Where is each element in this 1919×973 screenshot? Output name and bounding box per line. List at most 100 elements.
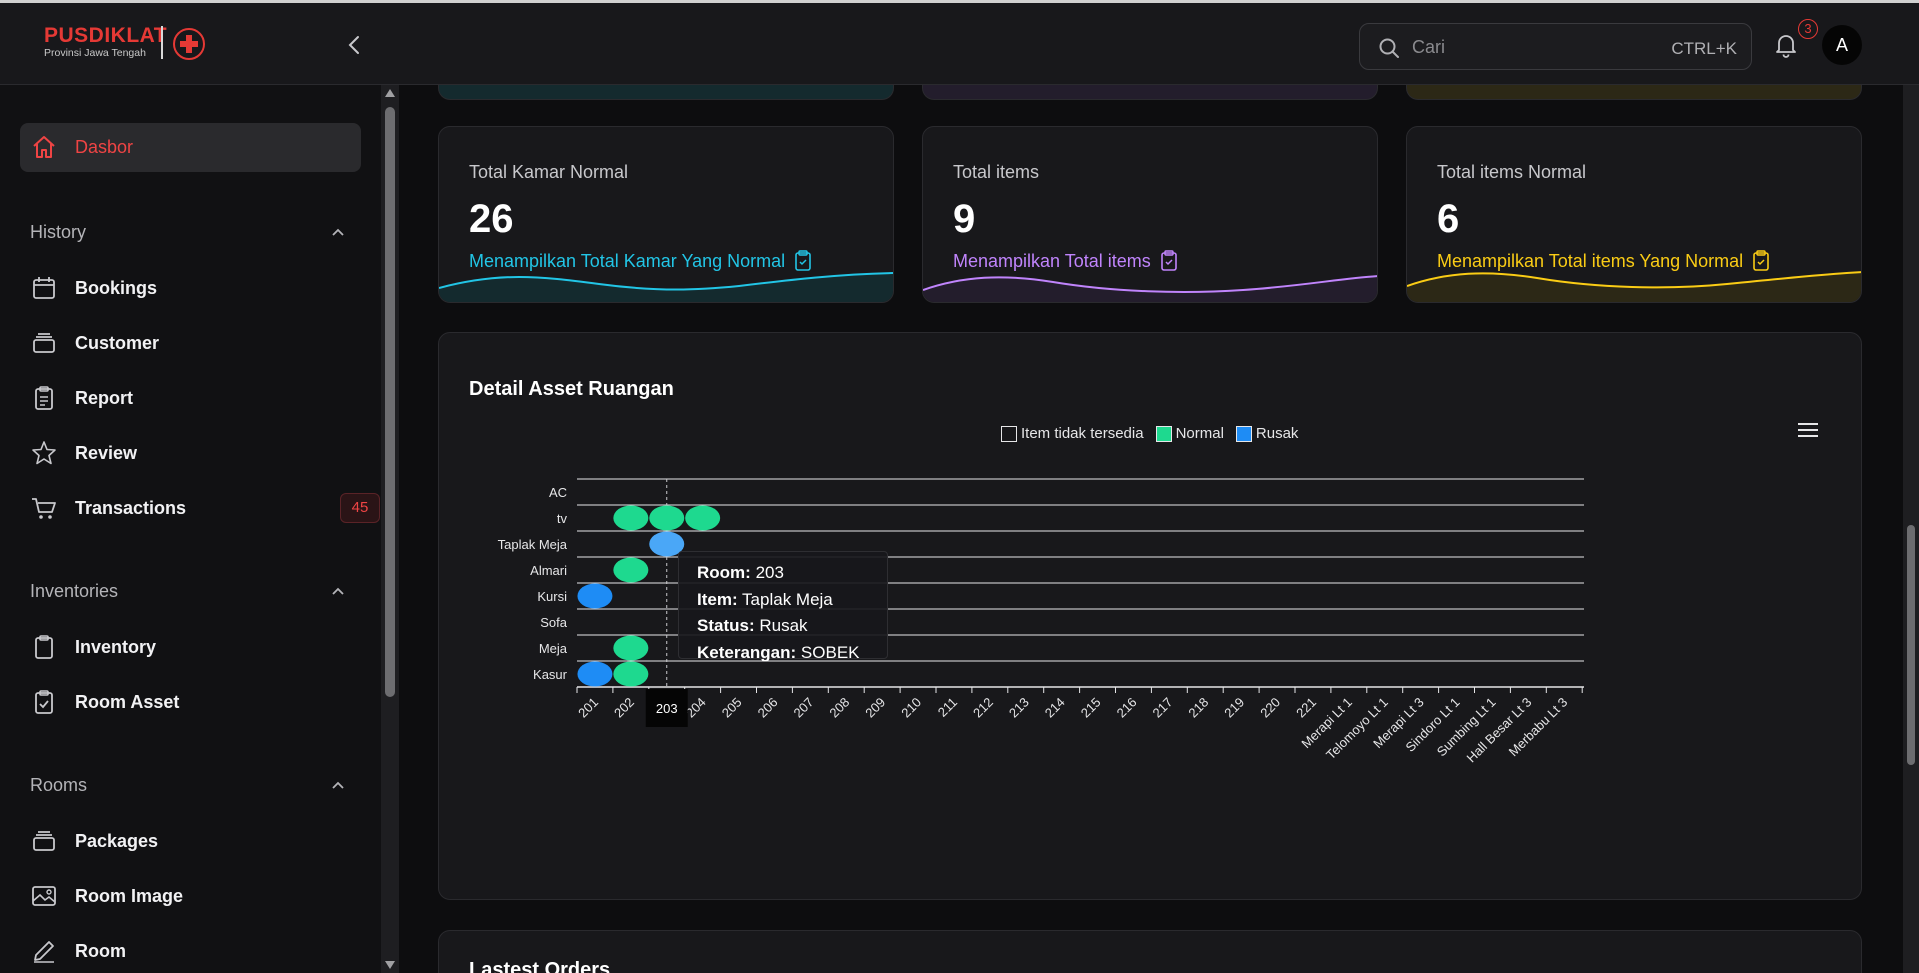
x-axis-label: 207 bbox=[791, 695, 817, 721]
sidebar-item-label: Room Asset bbox=[75, 691, 180, 712]
x-axis-label: 213 bbox=[1006, 695, 1032, 721]
x-axis-label: 211 bbox=[935, 695, 960, 720]
latest-orders-card: Lastest Orders bbox=[438, 930, 1862, 973]
sidebar-item-label: Transactions bbox=[75, 497, 187, 518]
sidebar-item-transactions[interactable]: Transactions 45 bbox=[28, 492, 380, 524]
stat-card-items-normal: Total items Normal 6 Menampilkan Total i… bbox=[1406, 126, 1862, 303]
sidebar-item-packages[interactable]: Packages bbox=[28, 825, 158, 857]
main-content: Total Kamar Normal 26 Menampilkan Total … bbox=[399, 85, 1903, 973]
data-point-normal bbox=[613, 635, 649, 661]
chart-tooltip: Room: 203 Item: Taplak Meja Status: Rusa… bbox=[678, 551, 888, 662]
main-scroll-thumb[interactable] bbox=[1907, 525, 1915, 765]
sidebar-item-label: Dasbor bbox=[75, 136, 134, 157]
star-icon bbox=[28, 437, 60, 469]
stat-card-clipped bbox=[922, 85, 1378, 100]
collapse-sidebar-icon[interactable] bbox=[343, 33, 367, 57]
sidebar-item-report[interactable]: Report bbox=[28, 382, 133, 414]
y-axis-label: Taplak Meja bbox=[498, 537, 568, 552]
y-axis-label: AC bbox=[549, 485, 567, 500]
y-axis-label: Kasur bbox=[533, 667, 568, 682]
sidebar-item-customer[interactable]: Customer bbox=[28, 327, 159, 359]
logo-divider bbox=[161, 26, 163, 59]
stat-value: 9 bbox=[953, 197, 976, 241]
sparkline bbox=[923, 275, 1377, 302]
tooltip-item-row: Item: Taplak Meja bbox=[697, 587, 869, 614]
scroll-down-icon[interactable] bbox=[385, 961, 395, 969]
clipboard-icon bbox=[28, 382, 60, 414]
tooltip-item-label: Item: bbox=[697, 589, 738, 609]
notification-badge: 3 bbox=[1798, 19, 1818, 39]
avatar[interactable]: A bbox=[1822, 25, 1862, 65]
main-scrollbar[interactable] bbox=[1903, 85, 1919, 973]
chevron-up-icon[interactable] bbox=[330, 778, 346, 794]
x-axis-label: 212 bbox=[970, 695, 996, 721]
stat-card-clipped bbox=[1406, 85, 1862, 100]
app-logo[interactable]: PUSDIKLAT Provinsi Jawa Tengah bbox=[44, 24, 168, 60]
tooltip-room-label: Room: bbox=[697, 563, 751, 582]
x-axis-label: 208 bbox=[826, 695, 852, 721]
sidebar-scrollbar[interactable] bbox=[381, 85, 399, 973]
stat-card-kamar-normal: Total Kamar Normal 26 Menampilkan Total … bbox=[438, 126, 894, 303]
x-axis-label: 219 bbox=[1221, 695, 1247, 721]
stat-card-clipped bbox=[438, 85, 894, 100]
sidebar-item-label: Customer bbox=[75, 332, 160, 353]
x-axis-label: 221 bbox=[1293, 695, 1319, 721]
x-axis-label: 220 bbox=[1257, 695, 1283, 721]
data-point-rusak bbox=[577, 661, 613, 687]
calendar-icon bbox=[28, 272, 60, 304]
stat-title: Total items bbox=[953, 162, 1040, 182]
stat-title: Total Kamar Normal bbox=[469, 162, 629, 182]
sidebar-item-room[interactable]: Room bbox=[28, 935, 126, 967]
sparkline bbox=[1407, 271, 1861, 302]
y-axis-label: Meja bbox=[539, 641, 568, 656]
logo-title: PUSDIKLAT bbox=[44, 24, 168, 47]
crosshair-label: 203 bbox=[656, 701, 678, 716]
sidebar-item-review[interactable]: Review bbox=[28, 437, 137, 469]
x-axis-label: 205 bbox=[719, 695, 745, 721]
x-axis-label: 216 bbox=[1114, 695, 1140, 721]
sidebar-scroll-thumb[interactable] bbox=[385, 107, 395, 697]
orders-title: Lastest Orders bbox=[469, 959, 611, 973]
y-axis-label: tv bbox=[557, 511, 568, 526]
scroll-up-icon[interactable] bbox=[385, 89, 395, 97]
data-point-normal bbox=[613, 505, 649, 531]
sidebar-item-label: Packages bbox=[75, 830, 159, 851]
sidebar-item-bookings[interactable]: Bookings bbox=[28, 272, 157, 304]
tooltip-status-label: Status: bbox=[697, 616, 755, 635]
x-axis-label: 215 bbox=[1078, 695, 1104, 721]
x-axis-label: 217 bbox=[1150, 695, 1176, 721]
chevron-up-icon[interactable] bbox=[330, 225, 346, 241]
x-axis-label: 206 bbox=[755, 695, 781, 721]
home-icon bbox=[28, 131, 60, 163]
tooltip-status-row: Status: Rusak bbox=[697, 613, 869, 640]
sidebar-item-room-asset[interactable]: Room Asset bbox=[28, 686, 179, 718]
sidebar-item-room-image[interactable]: Room Image bbox=[28, 880, 183, 912]
sidebar-item-label: Review bbox=[75, 442, 138, 463]
data-point-rusak bbox=[577, 583, 613, 609]
sidebar-item-label: Room Image bbox=[75, 885, 184, 906]
chart-card-detail-asset: Detail Asset Ruangan Item tidak tersedia… bbox=[438, 332, 1862, 900]
section-rooms[interactable]: Rooms bbox=[30, 775, 87, 796]
logo-subtitle: Provinsi Jawa Tengah bbox=[44, 47, 146, 59]
tooltip-ket-label: Keterangan: bbox=[697, 642, 797, 662]
image-icon bbox=[28, 880, 60, 912]
cart-icon bbox=[28, 492, 60, 524]
x-axis-label: 201 bbox=[575, 695, 601, 721]
tooltip-room: 203 bbox=[755, 563, 784, 582]
section-inventories[interactable]: Inventories bbox=[30, 581, 118, 602]
clipboard-check-icon bbox=[28, 686, 60, 718]
sidebar-item-label: Report bbox=[75, 387, 133, 408]
y-axis-label: Kursi bbox=[537, 589, 567, 604]
bell-icon[interactable] bbox=[1772, 31, 1800, 59]
stack-icon bbox=[28, 327, 60, 359]
stat-title: Total items Normal bbox=[1437, 162, 1587, 182]
section-history[interactable]: History bbox=[30, 222, 86, 243]
sidebar-item-dashboard[interactable]: Dasbor bbox=[28, 131, 133, 163]
sidebar: Dasbor History Bookings Customer Report … bbox=[0, 85, 381, 973]
top-bar: PUSDIKLAT Provinsi Jawa Tengah Cari CTRL… bbox=[0, 0, 1919, 85]
x-axis-label: 210 bbox=[898, 695, 924, 721]
sidebar-item-inventory[interactable]: Inventory bbox=[28, 631, 156, 663]
transactions-count-badge: 45 bbox=[340, 493, 380, 523]
chevron-up-icon[interactable] bbox=[330, 584, 346, 600]
search-input[interactable]: Cari CTRL+K bbox=[1359, 23, 1752, 70]
